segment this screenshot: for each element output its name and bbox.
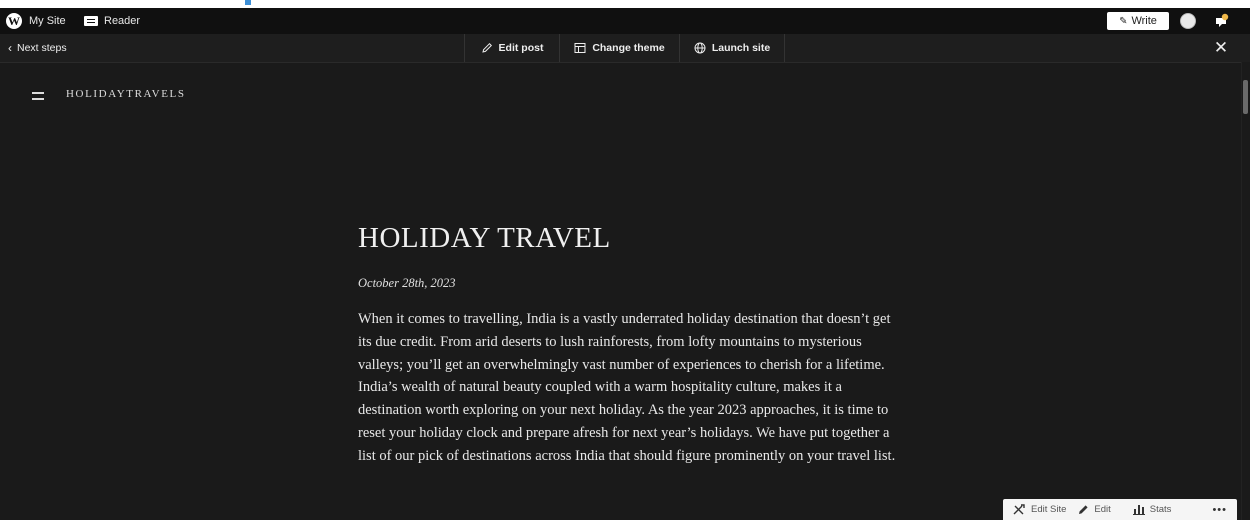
next-steps-label: Next steps [17,42,67,54]
stats-label: Stats [1149,504,1172,515]
site-editor-toolbar: ‹ Next steps Edit post Change theme Laun… [0,34,1250,63]
post-title: HOLIDAY TRAVEL [358,222,611,254]
edit-site-label: Edit Site [1031,504,1067,515]
next-steps-button[interactable]: ‹ Next steps [8,34,67,62]
reader-link[interactable]: Reader [84,8,140,34]
stats-icon [1132,504,1145,515]
browser-top-strip [0,0,1250,8]
write-label: Write [1131,15,1157,27]
reader-icon [84,16,98,26]
pencil-icon: ✎ [1119,15,1128,27]
edit-site-button[interactable]: Edit Site [1013,504,1066,515]
admin-bar: W My Site Reader ✎ Write [0,8,1250,34]
change-theme-label: Change theme [592,42,665,54]
edit-post-label: Edit post [498,42,544,54]
site-title[interactable]: HOLIDAYTRAVELS [66,88,186,100]
layout-icon [574,42,586,54]
edit-post-button[interactable]: Edit post [464,34,559,62]
floating-admin-toolbar: Edit Site Edit Stats ••• [1003,499,1237,520]
edit-button[interactable]: Edit [1078,504,1111,515]
scrollbar-thumb[interactable] [1243,80,1248,114]
launch-site-button[interactable]: Launch site [679,34,785,62]
launch-site-label: Launch site [711,42,771,54]
change-theme-button[interactable]: Change theme [559,34,679,62]
close-icon[interactable]: ✕ [1211,37,1231,59]
post-body: When it comes to travelling, India is a … [358,311,896,464]
chevron-left-icon: ‹ [8,41,12,55]
tools-icon [1013,504,1026,515]
write-button[interactable]: ✎ Write [1107,12,1169,30]
stats-button[interactable]: Stats [1132,504,1172,515]
avatar[interactable] [1180,13,1196,29]
ellipsis-icon[interactable]: ••• [1212,504,1227,516]
my-site-link[interactable]: My Site [29,8,66,34]
focus-indicator [245,0,251,5]
reader-label: Reader [104,15,141,27]
wordpress-icon[interactable]: W [6,13,22,29]
globe-icon [694,42,706,54]
post-date: October 28th, 2023 [358,276,456,290]
pencil-icon [481,42,493,54]
menu-icon[interactable] [32,92,44,100]
notification-icon[interactable] [1212,12,1230,30]
my-site-label: My Site [29,15,66,27]
pencil-icon [1078,504,1089,515]
scrollbar-track[interactable] [1241,62,1250,520]
edit-label: Edit [1094,504,1111,515]
